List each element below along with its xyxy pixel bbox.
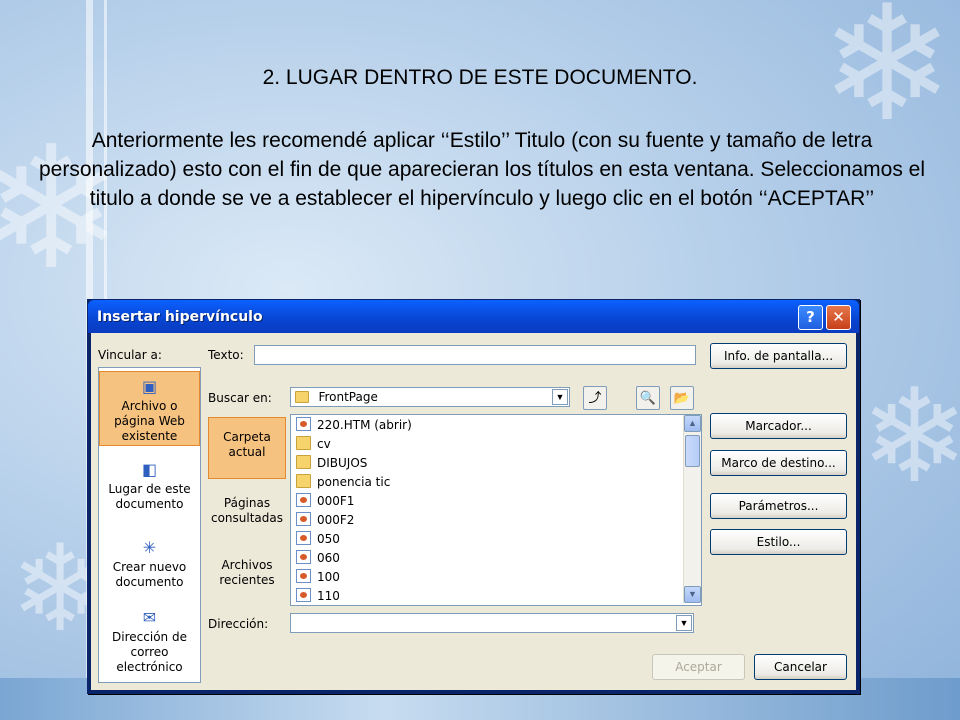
web-file-icon — [296, 417, 311, 431]
direccion-label: Dirección: — [208, 617, 269, 631]
nav-item-label: Lugar de este documento — [108, 482, 191, 511]
buscar-label: Buscar en: — [208, 391, 272, 405]
dialog-client-area: Vincular a: Texto: Info. de pantalla... … — [91, 333, 856, 690]
marco-destino-button[interactable]: Marco de destino... — [710, 450, 847, 476]
info-pantalla-button[interactable]: Info. de pantalla... — [710, 343, 847, 369]
snowflake-decoration: ❄ — [860, 360, 960, 512]
insert-hyperlink-dialog: Insertar hipervínculo ? ✕ Vincular a: Te… — [87, 299, 860, 694]
texto-input[interactable] — [254, 345, 696, 365]
web-file-icon — [296, 588, 311, 602]
web-file-icon — [296, 531, 311, 545]
file-name: 220.HTM (abrir) — [317, 418, 412, 432]
document-place-icon: ◧ — [141, 460, 158, 479]
estilo-button[interactable]: Estilo... — [710, 529, 847, 555]
web-file-icon — [296, 550, 311, 564]
web-file-icon — [296, 569, 311, 583]
nav-item-email[interactable]: ✉ Dirección de correo electrónico — [99, 608, 200, 678]
help-button[interactable]: ? — [798, 305, 823, 330]
nav-item-existing-file[interactable]: ▣ Archivo o página Web existente — [99, 371, 200, 446]
file-name: 060 — [317, 551, 340, 565]
up-folder-button[interactable]: ⤴ — [583, 386, 607, 410]
list-item[interactable]: 060 — [296, 549, 340, 568]
file-name: ponencia tic — [317, 475, 391, 489]
texto-label: Texto: — [208, 348, 244, 362]
chevron-down-icon[interactable]: ▼ — [552, 389, 568, 405]
subnav-paginas-consultadas[interactable]: Páginas consultadas — [208, 496, 286, 530]
list-item[interactable]: 110 — [296, 587, 340, 605]
parametros-button[interactable]: Parámetros... — [710, 493, 847, 519]
list-item[interactable]: ponencia tic — [296, 473, 390, 492]
web-file-icon — [296, 512, 311, 526]
list-item[interactable]: 000F2 — [296, 511, 354, 530]
nav-item-label: Crear nuevo documento — [112, 560, 187, 589]
list-item[interactable]: 000F1 — [296, 492, 354, 511]
slide-title: 2. LUGAR DENTRO DE ESTE DOCUMENTO. — [262, 66, 698, 89]
subnav-carpeta-actual[interactable]: Carpeta actual — [208, 417, 286, 479]
file-list: 220.HTM (abrir) cv DIBUJOS ponencia tic … — [290, 414, 702, 606]
file-list-scrollbar[interactable]: ▲ ▼ — [683, 415, 701, 603]
file-name: 050 — [317, 532, 340, 546]
cancelar-button[interactable]: Cancelar — [754, 654, 847, 680]
web-search-button[interactable]: 🔍 — [636, 386, 660, 410]
web-file-icon — [296, 493, 311, 507]
aceptar-button[interactable]: Aceptar — [652, 654, 745, 680]
scroll-down-icon[interactable]: ▼ — [684, 586, 701, 603]
subnav-archivos-recientes[interactable]: Archivos recientes — [208, 558, 286, 592]
marcador-button[interactable]: Marcador... — [710, 413, 847, 439]
scroll-up-icon[interactable]: ▲ — [684, 415, 701, 432]
folder-icon — [295, 391, 309, 403]
file-name: 100 — [317, 570, 340, 584]
new-document-icon: ✳ — [142, 538, 157, 557]
nav-item-label: Archivo o página Web existente — [114, 399, 185, 443]
nav-item-place-in-document[interactable]: ◧ Lugar de este documento — [99, 460, 200, 520]
file-name: cv — [317, 437, 331, 451]
folder-icon — [296, 436, 311, 450]
chevron-down-icon[interactable]: ▼ — [676, 615, 692, 631]
file-name: 110 — [317, 589, 340, 603]
list-item[interactable]: 220.HTM (abrir) — [296, 416, 412, 435]
close-button[interactable]: ✕ — [826, 305, 851, 330]
vincular-label: Vincular a: — [98, 348, 162, 362]
dialog-titlebar[interactable]: Insertar hipervínculo ? ✕ — [88, 300, 859, 333]
scroll-thumb[interactable] — [685, 435, 700, 467]
slide-body-text: Anteriormente les recomendé aplicar ‘‘Es… — [38, 129, 926, 210]
file-name: DIBUJOS — [317, 456, 368, 470]
list-item[interactable]: 100 — [296, 568, 340, 587]
nav-item-label: Dirección de correo electrónico — [112, 630, 187, 674]
buscar-combo[interactable]: FrontPage ▼ — [290, 387, 570, 407]
file-name: 000F1 — [317, 494, 355, 508]
dialog-title: Insertar hipervínculo — [97, 309, 263, 325]
list-item[interactable]: 050 — [296, 530, 340, 549]
nav-item-new-document[interactable]: ✳ Crear nuevo documento — [99, 538, 200, 598]
folder-icon — [296, 455, 311, 469]
direccion-combo[interactable]: ▼ — [290, 613, 694, 633]
list-item[interactable]: DIBUJOS — [296, 454, 367, 473]
buscar-value: FrontPage — [318, 390, 378, 404]
folder-icon — [296, 474, 311, 488]
link-type-nav: ▣ Archivo o página Web existente ◧ Lugar… — [98, 367, 201, 683]
browse-subnav: Carpeta actual Páginas consultadas Archi… — [208, 414, 290, 604]
web-page-icon: ▣ — [141, 377, 158, 396]
file-name: 000F2 — [317, 513, 355, 527]
email-icon: ✉ — [142, 608, 157, 627]
list-item[interactable]: cv — [296, 435, 331, 454]
open-folder-button[interactable]: 📂 — [670, 386, 694, 410]
